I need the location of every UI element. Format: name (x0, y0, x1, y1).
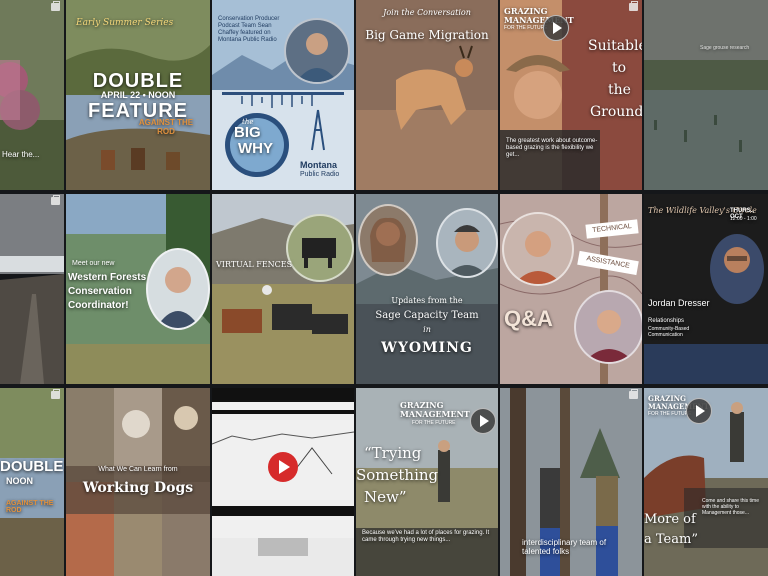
quote-body: Because we've had a lot of places for gr… (362, 530, 490, 543)
team-member-avatar (436, 208, 498, 278)
station-sub: Public Radio (300, 171, 340, 178)
grid-tile[interactable] (0, 194, 64, 384)
event-date: NOON (6, 476, 33, 486)
thistle-photo (0, 0, 64, 190)
tile-title: Big Game Migration (365, 28, 489, 42)
event-date: APRIL 22 • NOON (100, 90, 176, 100)
podcast-intro: Conservation Producer Podcast Team Sean … (218, 16, 280, 43)
speaker-avatar (710, 234, 764, 304)
tile-line: Coordinator! (68, 300, 129, 311)
photo-grid: Hear the... Early Summer Series DOUBLE A… (0, 0, 768, 576)
video-sketch-graphic (212, 388, 354, 576)
tile-caption: Sage grouse research (700, 45, 750, 51)
quote-line: “Trying (364, 444, 422, 462)
quote-line: More of (644, 512, 696, 527)
grid-tile[interactable]: Updates from the Sage Capacity Team in W… (356, 194, 498, 384)
quote-body: Come and share this time with the abilit… (702, 498, 759, 516)
quote-line: the (608, 82, 631, 98)
grid-tile[interactable]: VIRTUAL FENCES (212, 194, 354, 384)
multi-image-icon (51, 389, 60, 399)
multi-image-icon (51, 195, 60, 205)
speaker-topic-2: Community-Based Communication (648, 326, 690, 338)
tile-title: DOUBLE (0, 458, 64, 475)
tile-line: in (423, 325, 431, 334)
video-play-icon[interactable] (543, 15, 569, 41)
tile-subtitle: AGAINST THE ROD (138, 118, 194, 136)
landscape-photo (0, 194, 64, 384)
logo-big: BIG (234, 124, 261, 141)
grid-tile[interactable]: DOUBLE NOON AGAINST THE ROD (0, 388, 64, 576)
station-name: Montana (300, 160, 337, 170)
wetland-photo (644, 0, 768, 190)
tile-line: Conservation (68, 286, 132, 297)
badge-line3: FOR THE FUTURE (648, 411, 692, 417)
grid-tile[interactable]: The Wildlife Valley's Circle THURS., OCT… (644, 194, 768, 384)
tile-line: Meet our new (72, 260, 115, 267)
coordinator-avatar (146, 248, 210, 330)
grid-tile[interactable]: GRAZING MANAGEMENT FOR THE FUTURE More o… (644, 388, 768, 576)
quote-line: New” (364, 488, 407, 506)
tile-line: What We Can Learn from (98, 466, 178, 473)
tile-subtitle: AGAINST THE ROD (6, 500, 54, 514)
tile-line: Updates from the (391, 296, 463, 305)
multi-image-icon (629, 1, 638, 11)
video-play-icon[interactable] (686, 398, 712, 424)
grid-tile[interactable]: GRAZING MANAGEMENT FOR THE FUTURE “Tryin… (356, 388, 498, 576)
video-play-icon[interactable] (470, 408, 496, 434)
tile-line: Working Dogs (82, 480, 194, 496)
tile-caption: VIRTUAL FENCES (216, 260, 293, 269)
kicker-text: Join the Conversation (383, 8, 471, 17)
speaker-name: Jordan Dresser (648, 298, 710, 308)
tile-line: Western Forests (68, 272, 147, 283)
grid-tile[interactable]: Meet our new Western Forests Conservatio… (66, 194, 210, 384)
video-play-icon[interactable] (268, 452, 298, 482)
tile-caption: Hear the... (2, 150, 40, 159)
grid-tile[interactable]: Sage grouse research (644, 0, 768, 190)
quote-body: The greatest work about outcome-based gr… (506, 138, 598, 158)
grid-tile[interactable]: Join the Conversation Big Game Migration (356, 0, 498, 190)
grid-tile[interactable]: Hear the... (0, 0, 64, 190)
event-time: 12:00 - 1:00 (730, 216, 757, 222)
grid-tile[interactable] (212, 388, 354, 576)
grid-tile[interactable]: interdisciplinary team of talented folks (500, 388, 642, 576)
tile-line: WYOMING (381, 340, 473, 356)
team-member-avatar (358, 204, 418, 276)
grid-tile[interactable]: What We Can Learn from Working Dogs (66, 388, 210, 576)
quote-line: a Team” (644, 532, 698, 547)
quote-line: Suitable (588, 38, 642, 54)
quote-line: Something (356, 466, 439, 484)
badge-line3: FOR THE FUTURE (504, 25, 548, 31)
tile-caption: interdisciplinary team of talented folks (522, 538, 607, 556)
staff-avatar (574, 290, 642, 364)
grid-tile[interactable]: GRAZING MANAGEMENT FOR THE FUTURE Suitab… (500, 0, 642, 190)
kicker-text: Early Summer Series (76, 18, 174, 28)
logo-why: WHY (238, 140, 273, 157)
quote-line: Ground (590, 104, 642, 120)
speaker-topic: Relationships (648, 318, 685, 324)
grid-tile[interactable]: Early Summer Series DOUBLE APRIL 22 • NO… (66, 0, 210, 190)
multi-image-icon (629, 389, 638, 399)
cow-inset (286, 214, 354, 282)
multi-image-icon (51, 1, 60, 11)
tile-line: Sage Capacity Team (375, 310, 479, 321)
guest-avatar (284, 18, 350, 84)
badge-line2: MANAGEMENT (400, 409, 470, 419)
grid-tile[interactable]: TECHNICAL ASSISTANCE Q&A (500, 194, 642, 384)
quote-line: to (612, 60, 627, 76)
badge-line3: FOR THE FUTURE (412, 420, 456, 426)
qa-label: Q&A (504, 306, 553, 331)
staff-avatar (502, 212, 574, 286)
grid-tile[interactable]: Conservation Producer Podcast Team Sean … (212, 0, 354, 190)
